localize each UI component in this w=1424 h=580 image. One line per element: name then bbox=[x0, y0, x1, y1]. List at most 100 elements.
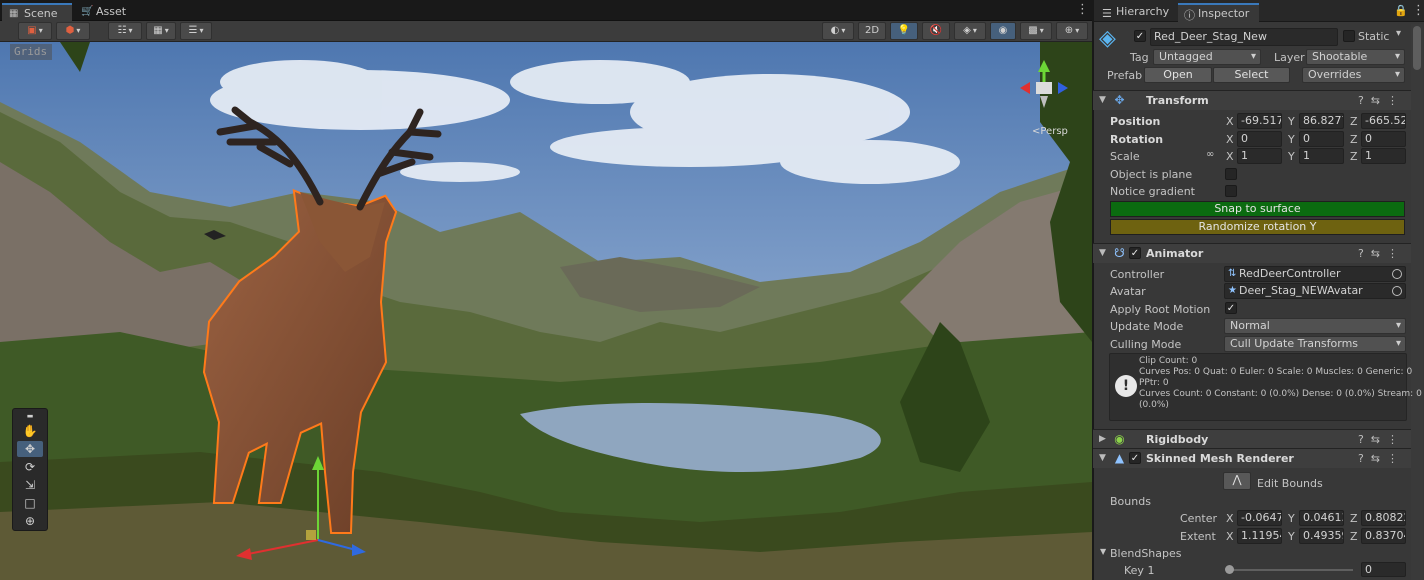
animator-icon: ☋ bbox=[1114, 246, 1125, 260]
hidden-objects-toggle[interactable]: ◉ bbox=[990, 22, 1016, 40]
increment-snap-dropdown[interactable]: ☰ ▾ bbox=[180, 22, 212, 40]
perspective-label[interactable]: <Persp bbox=[1032, 126, 1068, 137]
rotation-y-field[interactable]: 0 bbox=[1299, 131, 1344, 147]
audio-toggle[interactable]: 🔇 bbox=[922, 22, 950, 40]
eye-slash-icon: ◉ bbox=[998, 25, 1008, 36]
transform-title: Transform bbox=[1146, 94, 1209, 107]
scrollbar-thumb[interactable] bbox=[1413, 26, 1421, 70]
rotation-x-field[interactable]: 0 bbox=[1237, 131, 1282, 147]
static-checkbox[interactable] bbox=[1343, 30, 1355, 42]
scale-y-field[interactable]: 1 bbox=[1299, 148, 1344, 164]
shading-dropdown[interactable]: ◐ ▾ bbox=[822, 22, 854, 40]
overlay-drag-handle[interactable]: ▬ bbox=[17, 413, 43, 420]
notice-gradient-checkbox[interactable] bbox=[1225, 185, 1237, 197]
static-dropdown-icon[interactable]: ▾ bbox=[1396, 28, 1401, 39]
blendshapes-label: BlendShapes bbox=[1110, 547, 1182, 560]
prefab-overrides-dropdown[interactable]: Overrides bbox=[1302, 67, 1405, 83]
prefab-select-button[interactable]: Select bbox=[1213, 67, 1290, 83]
draw-mode-dropdown[interactable]: ▣ ▾ bbox=[18, 22, 52, 40]
avatar-label: Avatar bbox=[1110, 285, 1146, 298]
avatar-field[interactable]: ★ Deer_Stag_NEWAvatar bbox=[1224, 283, 1406, 299]
transform-icon: ✥ bbox=[1114, 93, 1125, 107]
inspector-scrollbar[interactable] bbox=[1411, 24, 1423, 580]
lock-icon[interactable]: 🔒 bbox=[1394, 4, 1408, 17]
snap-dropdown[interactable]: ☷ ▾ bbox=[108, 22, 142, 40]
hand-tool-icon[interactable]: ✋ bbox=[17, 423, 43, 439]
animator-header[interactable]: ▼ ☋ ✓ Animator ?⇆⋮ bbox=[1093, 243, 1411, 263]
component-header-icons[interactable]: ?⇆⋮ bbox=[1358, 433, 1405, 446]
key1-value-field[interactable]: 0 bbox=[1361, 562, 1406, 577]
scale-z-field[interactable]: 1 bbox=[1361, 148, 1406, 164]
blendshapes-arrow-icon[interactable]: ▼ bbox=[1100, 547, 1106, 556]
audio-mute-icon: 🔇 bbox=[929, 25, 943, 36]
cube-view-dropdown[interactable]: ⬢ ▾ bbox=[56, 22, 90, 40]
controller-field[interactable]: ⇅ RedDeerController bbox=[1224, 266, 1406, 282]
skinned-mesh-renderer-header[interactable]: ▼ ▲ ✓ Skinned Mesh Renderer ?⇆⋮ bbox=[1093, 448, 1411, 468]
scene-viewport[interactable]: Grids <Persp ▬ ✋ ✥ ⟳ ⇲ □ ⊕ bbox=[0, 42, 1092, 580]
center-z-field[interactable]: 0.80822 bbox=[1361, 510, 1406, 526]
avatar-icon: ★ bbox=[1228, 285, 1237, 296]
gizmos-dropdown[interactable]: ⊕ ▾ bbox=[1056, 22, 1088, 40]
prefab-label: Prefab bbox=[1107, 69, 1143, 82]
rigidbody-header[interactable]: ▶ ◉ Rigidbody ?⇆⋮ bbox=[1093, 429, 1411, 449]
position-x-field[interactable]: -69.517 bbox=[1237, 113, 1282, 129]
grid-dropdown[interactable]: ▦ ▾ bbox=[146, 22, 176, 40]
rect-tool-icon[interactable]: □ bbox=[17, 495, 43, 511]
apply-root-motion-checkbox[interactable]: ✓ bbox=[1225, 302, 1237, 314]
object-is-plane-label: Object is plane bbox=[1110, 168, 1193, 181]
update-mode-dropdown[interactable]: Normal bbox=[1224, 318, 1406, 334]
center-x-field[interactable]: -0.0647 bbox=[1237, 510, 1282, 526]
snap-to-surface-button[interactable]: Snap to surface bbox=[1110, 201, 1405, 217]
expand-arrow-icon: ▼ bbox=[1099, 95, 1106, 105]
extent-x-field[interactable]: 1.11954 bbox=[1237, 528, 1282, 544]
object-picker-icon[interactable] bbox=[1392, 269, 1402, 279]
scale-x-field[interactable]: 1 bbox=[1237, 148, 1282, 164]
active-checkbox[interactable]: ✓ bbox=[1134, 30, 1146, 42]
key1-slider[interactable] bbox=[1225, 565, 1353, 574]
slider-knob[interactable] bbox=[1225, 565, 1234, 574]
static-label: Static bbox=[1358, 30, 1390, 43]
rotation-z-field[interactable]: 0 bbox=[1361, 131, 1406, 147]
component-header-icons[interactable]: ?⇆⋮ bbox=[1358, 247, 1405, 260]
position-y-field[interactable]: 86.8277 bbox=[1299, 113, 1344, 129]
skinned-mesh-enabled-checkbox[interactable]: ✓ bbox=[1129, 452, 1141, 464]
transform-header[interactable]: ▼ ✥ Transform ?⇆⋮ bbox=[1093, 90, 1411, 110]
animator-enabled-checkbox[interactable]: ✓ bbox=[1129, 247, 1141, 259]
rotate-tool-icon[interactable]: ⟳ bbox=[17, 459, 43, 475]
axis-y-label: Y bbox=[1288, 133, 1295, 146]
lighting-toggle[interactable]: 💡 bbox=[890, 22, 918, 40]
component-header-icons[interactable]: ?⇆⋮ bbox=[1358, 94, 1405, 107]
tag-dropdown[interactable]: Untagged bbox=[1153, 49, 1261, 65]
inspector-menu-icon[interactable]: ⋮ bbox=[1412, 3, 1424, 18]
randomize-rotation-button[interactable]: Randomize rotation Y bbox=[1110, 219, 1405, 235]
tab-inspector[interactable]: ⓘ Inspector bbox=[1178, 3, 1260, 22]
object-picker-icon[interactable] bbox=[1392, 286, 1402, 296]
transform-tool-icon[interactable]: ⊕ bbox=[17, 513, 43, 529]
prefab-open-button[interactable]: Open bbox=[1144, 67, 1212, 83]
tab-asset-store[interactable]: 🛒 Asset Store bbox=[74, 3, 164, 36]
axis-y-label: Y bbox=[1288, 150, 1295, 163]
object-name-field[interactable]: Red_Deer_Stag_New bbox=[1150, 28, 1338, 46]
layer-dropdown[interactable]: Shootable bbox=[1306, 49, 1405, 65]
culling-mode-dropdown[interactable]: Cull Update Transforms bbox=[1224, 336, 1406, 352]
object-is-plane-checkbox[interactable] bbox=[1225, 168, 1237, 180]
tools-overlay: ▬ ✋ ✥ ⟳ ⇲ □ ⊕ bbox=[12, 408, 48, 531]
camera-dropdown[interactable]: ▩ ▾ bbox=[1020, 22, 1052, 40]
animator-controller-icon: ⇅ bbox=[1228, 268, 1237, 279]
tab-scene[interactable]: ▦ Scene bbox=[2, 3, 72, 21]
extent-z-field[interactable]: 0.83704 bbox=[1361, 528, 1406, 544]
scale-tool-icon[interactable]: ⇲ bbox=[17, 477, 43, 493]
mode-2d-button[interactable]: 2D bbox=[858, 22, 886, 40]
scene-menu-icon[interactable]: ⋮ bbox=[1076, 2, 1089, 18]
link-scale-icon[interactable]: ∞ bbox=[1206, 149, 1214, 160]
effects-dropdown[interactable]: ◈ ▾ bbox=[954, 22, 986, 40]
center-y-field[interactable]: 0.04613 bbox=[1299, 510, 1344, 526]
move-tool-icon[interactable]: ✥ bbox=[17, 441, 43, 457]
expand-arrow-icon: ▼ bbox=[1099, 248, 1106, 258]
component-header-icons[interactable]: ?⇆⋮ bbox=[1358, 452, 1405, 465]
extent-y-field[interactable]: 0.49359 bbox=[1299, 528, 1344, 544]
tab-hierarchy[interactable]: ☰ Hierarchy bbox=[1096, 3, 1179, 22]
axis-y-label: Y bbox=[1288, 512, 1295, 525]
position-z-field[interactable]: -665.52 bbox=[1361, 113, 1406, 129]
edit-bounds-button[interactable]: ⋀ bbox=[1223, 472, 1251, 490]
